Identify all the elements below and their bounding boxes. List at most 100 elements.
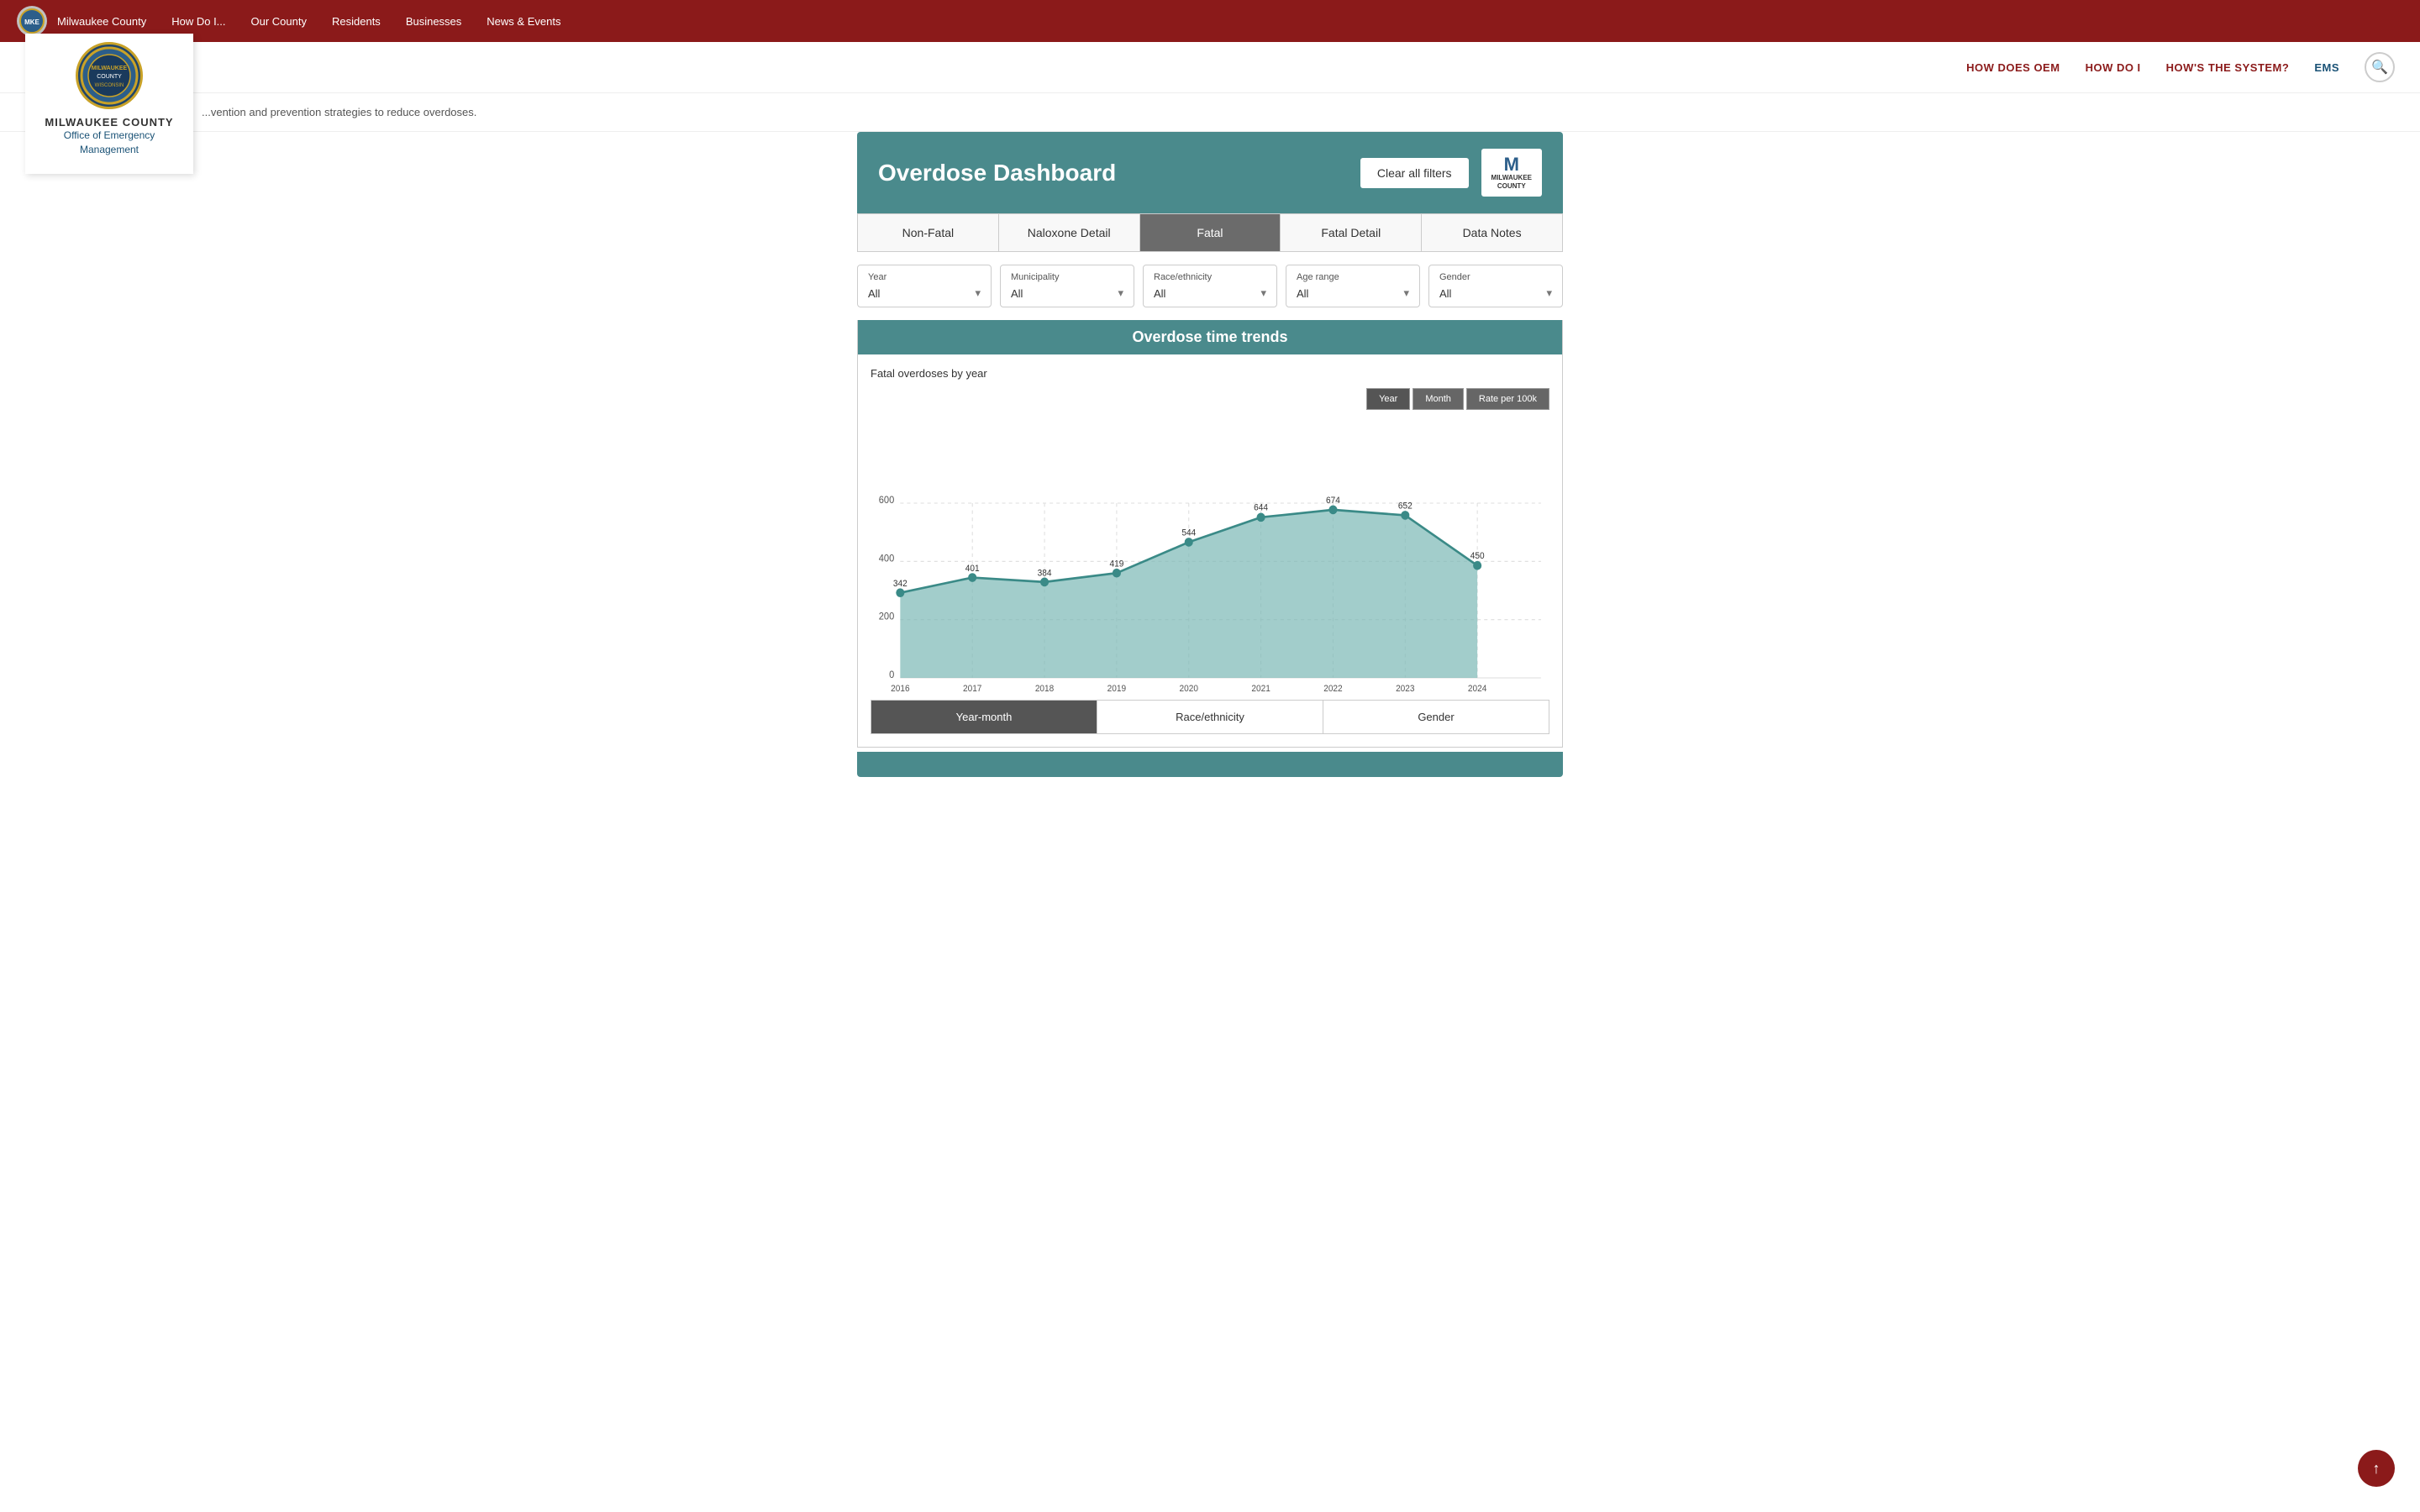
top-nav-links: Milwaukee County How Do I... Our County … — [57, 15, 560, 28]
chart-controls: Year Month Rate per 100k — [871, 388, 1549, 410]
chart-section-title: Overdose time trends — [858, 320, 1562, 354]
logo-seal: MILWAUKEE COUNTY WISCONSIN — [76, 42, 143, 109]
chevron-down-icon: ▾ — [975, 286, 981, 300]
logo-text: MILWAUKEE COUNTY Office of EmergencyMana… — [42, 116, 176, 157]
nav-link-businesses[interactable]: Businesses — [406, 15, 461, 28]
filter-municipality-label: Municipality — [1011, 272, 1123, 282]
secondary-nav-links: HOW DOES OEM HOW DO I HOW'S THE SYSTEM? … — [1966, 52, 2395, 82]
dashboard-title: Overdose Dashboard — [878, 160, 1116, 186]
data-point-2020 — [1185, 538, 1193, 547]
x-label-2022: 2022 — [1323, 685, 1343, 691]
search-button[interactable]: 🔍 — [2365, 52, 2395, 82]
data-point-2018 — [1040, 578, 1049, 587]
label-2016: 342 — [893, 580, 908, 589]
filter-race-label: Race/ethnicity — [1154, 272, 1266, 282]
x-label-2021: 2021 — [1251, 685, 1270, 691]
dashboard-container: Overdose Dashboard Clear all filters M M… — [832, 132, 1588, 802]
tab-data-notes[interactable]: Data Notes — [1422, 214, 1562, 251]
x-label-2016: 2016 — [891, 685, 910, 691]
tab-fatal-detail[interactable]: Fatal Detail — [1281, 214, 1422, 251]
dashboard-tabs: Non-Fatal Naloxone Detail Fatal Fatal De… — [857, 213, 1563, 252]
svg-text:MKE: MKE — [24, 18, 39, 26]
label-2019: 419 — [1109, 560, 1123, 570]
nav-how-do-i[interactable]: HOW DO I — [2086, 61, 2141, 74]
svg-text:MILWAUKEE: MILWAUKEE — [92, 66, 128, 71]
data-point-2022 — [1328, 506, 1337, 515]
x-label-2024: 2024 — [1468, 685, 1487, 691]
data-point-2017 — [968, 573, 976, 582]
nav-hows-the-system[interactable]: HOW'S THE SYSTEM? — [2166, 61, 2290, 74]
chart-btn-rate[interactable]: Rate per 100k — [1466, 388, 1549, 410]
chevron-down-icon: ▾ — [1546, 286, 1552, 300]
tab-fatal[interactable]: Fatal — [1140, 214, 1281, 251]
site-logo: MILWAUKEE COUNTY WISCONSIN MILWAUKEE COU… — [25, 34, 193, 174]
tab-naloxone-detail[interactable]: Naloxone Detail — [999, 214, 1140, 251]
label-2024: 450 — [1470, 552, 1485, 561]
chart-btn-year[interactable]: Year — [1366, 388, 1410, 410]
filters-row: Year All ▾ Municipality All ▾ Race/ethni… — [857, 252, 1563, 320]
bottom-tab-gender[interactable]: Gender — [1323, 700, 1549, 734]
nav-link-our-county[interactable]: Our County — [251, 15, 307, 28]
top-nav-logo: MKE — [17, 6, 47, 36]
tab-non-fatal[interactable]: Non-Fatal — [858, 214, 999, 251]
filter-gender-label: Gender — [1439, 272, 1552, 282]
filter-gender-select[interactable]: All ▾ — [1439, 286, 1552, 300]
chevron-down-icon: ▾ — [1118, 286, 1123, 300]
svg-text:400: 400 — [879, 554, 895, 564]
milwaukee-county-logo-text: MILWAUKEECOUNTY — [1491, 174, 1532, 190]
svg-text:200: 200 — [879, 612, 895, 622]
top-nav: MKE Milwaukee County How Do I... Our Cou… — [0, 0, 2420, 42]
filter-municipality[interactable]: Municipality All ▾ — [1000, 265, 1134, 307]
x-label-2023: 2023 — [1396, 685, 1415, 691]
chevron-down-icon: ▾ — [1403, 286, 1409, 300]
filter-year-select[interactable]: All ▾ — [868, 286, 981, 300]
label-2020: 544 — [1181, 528, 1196, 538]
filter-race-ethnicity[interactable]: Race/ethnicity All ▾ — [1143, 265, 1277, 307]
secondary-nav: MILWAUKEE COUNTY WISCONSIN MILWAUKEE COU… — [0, 42, 2420, 93]
nav-how-does-oem[interactable]: HOW DOES OEM — [1966, 61, 2060, 74]
dashboard-header-right: Clear all filters M MILWAUKEECOUNTY — [1360, 149, 1542, 197]
data-point-2023 — [1401, 511, 1409, 520]
bottom-tab-race-ethnicity[interactable]: Race/ethnicity — [1097, 700, 1323, 734]
county-name-label: MILWAUKEE COUNTY — [42, 116, 176, 129]
chart-subtitle: Fatal overdoses by year — [871, 367, 1549, 380]
data-point-2016 — [896, 589, 904, 598]
chart-btn-month[interactable]: Month — [1413, 388, 1464, 410]
nav-ems[interactable]: EMS — [2314, 61, 2339, 74]
scroll-to-top-button[interactable]: ↑ — [2358, 1450, 2395, 1487]
dashboard-header: Overdose Dashboard Clear all filters M M… — [857, 132, 1563, 213]
x-label-2020: 2020 — [1180, 685, 1199, 691]
nav-link-milwaukee-county[interactable]: Milwaukee County — [57, 15, 146, 28]
filter-race-select[interactable]: All ▾ — [1154, 286, 1266, 300]
svg-text:WISCONSIN: WISCONSIN — [95, 83, 124, 88]
filter-municipality-select[interactable]: All ▾ — [1011, 286, 1123, 300]
label-2018: 384 — [1038, 569, 1052, 578]
x-label-2019: 2019 — [1107, 685, 1127, 691]
filter-age-range[interactable]: Age range All ▾ — [1286, 265, 1420, 307]
nav-link-news-events[interactable]: News & Events — [487, 15, 560, 28]
nav-link-residents[interactable]: Residents — [332, 15, 381, 28]
clear-filters-button[interactable]: Clear all filters — [1360, 158, 1469, 188]
filter-age-label: Age range — [1297, 272, 1409, 282]
milwaukee-county-logo-box: M MILWAUKEECOUNTY — [1481, 149, 1542, 197]
label-2017: 401 — [965, 564, 980, 574]
filter-year[interactable]: Year All ▾ — [857, 265, 992, 307]
bottom-tab-year-month[interactable]: Year-month — [871, 700, 1097, 734]
bottom-tabs: Year-month Race/ethnicity Gender — [871, 700, 1549, 734]
banner-text: ...vention and prevention strategies to … — [0, 93, 2420, 132]
x-label-2017: 2017 — [963, 685, 982, 691]
nav-link-how-do-i[interactable]: How Do I... — [171, 15, 225, 28]
data-point-2021 — [1257, 513, 1265, 522]
label-2022: 674 — [1326, 496, 1340, 506]
x-label-2018: 2018 — [1035, 685, 1055, 691]
chart-section: Overdose time trends Fatal overdoses by … — [857, 320, 1563, 748]
chart-svg-container: 0 200 400 600 — [871, 423, 1549, 691]
filter-gender[interactable]: Gender All ▾ — [1428, 265, 1563, 307]
oem-label: Office of EmergencyManagement — [42, 129, 176, 157]
filter-age-select[interactable]: All ▾ — [1297, 286, 1409, 300]
svg-text:600: 600 — [879, 496, 895, 506]
data-point-2024 — [1473, 561, 1481, 570]
label-2021: 644 — [1254, 504, 1268, 513]
filter-year-label: Year — [868, 272, 981, 282]
next-section-teaser — [857, 752, 1563, 777]
